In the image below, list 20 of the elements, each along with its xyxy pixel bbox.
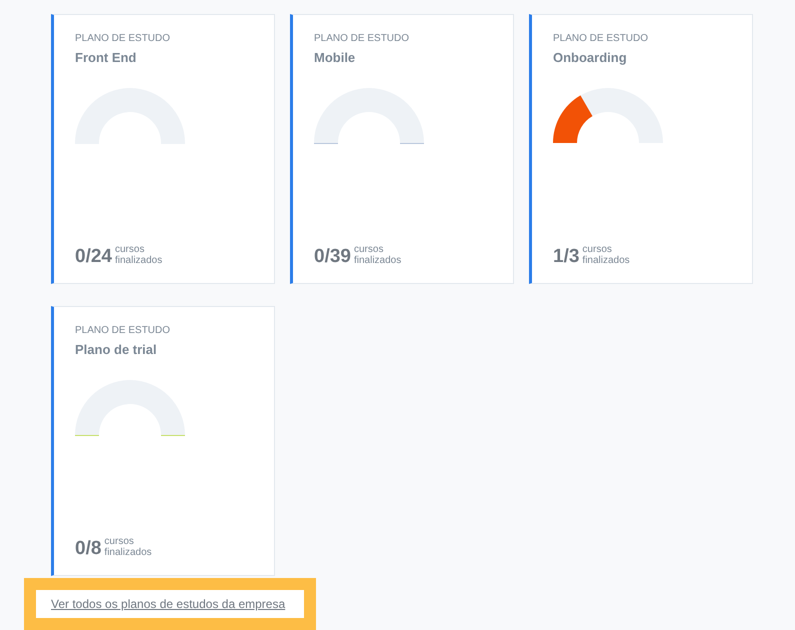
card-title: Front End [75, 50, 138, 66]
card-title: Mobile [314, 50, 356, 66]
card-eyebrow: PLANO DE ESTUDO [75, 325, 172, 337]
course-count: 0/39 [314, 247, 351, 267]
course-count: 1/3 [553, 247, 580, 267]
unit-label: finalizados [354, 255, 402, 266]
unit-label: finalizados [582, 255, 630, 266]
course-count: 0/24 [75, 247, 112, 267]
card-eyebrow: PLANO DE ESTUDO [314, 33, 410, 45]
unit-label: cursos [582, 244, 613, 255]
card-eyebrow: PLANO DE ESTUDO [75, 33, 172, 45]
unit-label: cursos [104, 536, 135, 547]
unit-label: finalizados [114, 255, 162, 266]
unit-label: finalizados [104, 547, 152, 558]
unit-label: cursos [114, 244, 146, 255]
course-count: 0/8 [75, 539, 102, 559]
card-title: Onboarding [553, 50, 628, 66]
card-eyebrow: PLANO DE ESTUDO [553, 33, 650, 45]
card-title: Plano de trial [75, 342, 158, 358]
unit-label: cursos [354, 244, 384, 255]
